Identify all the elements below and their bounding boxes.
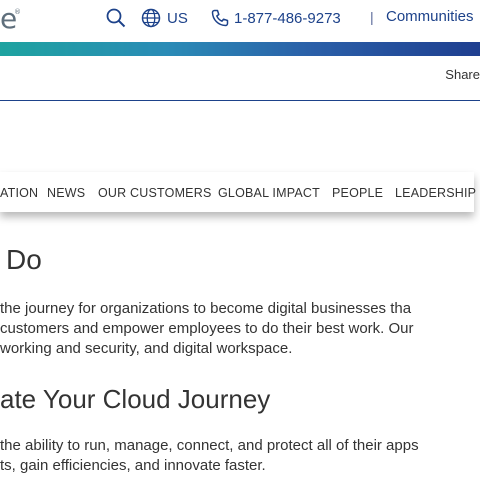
search-button[interactable] xyxy=(106,8,126,28)
subnav-item-ation[interactable]: ATION xyxy=(0,186,38,200)
brand-gradient-bar xyxy=(0,42,480,56)
section-subnav: ATION NEWS OUR CUSTOMERS GLOBAL IMPACT P… xyxy=(0,172,476,212)
section-heading-cloud-journey: ate Your Cloud Journey xyxy=(0,384,271,414)
top-utility-bar: e ® US 1-877-486-9273 | Communities xyxy=(0,0,480,42)
subnav-item-our-customers[interactable]: OUR CUSTOMERS xyxy=(98,186,212,200)
brand-logo[interactable]: e ® xyxy=(0,2,21,35)
intro-paragraph-line: working and security, and digital worksp… xyxy=(0,340,293,357)
subnav-item-people[interactable]: PEOPLE xyxy=(332,186,383,200)
search-icon xyxy=(106,8,126,28)
phone-icon xyxy=(210,8,230,28)
communities-link[interactable]: Communities xyxy=(386,8,474,25)
divider xyxy=(0,100,480,101)
phone-number: 1-877-486-9273 xyxy=(234,9,341,27)
registered-mark: ® xyxy=(14,8,21,16)
share-button[interactable]: Share xyxy=(445,67,480,82)
intro-paragraph-line: the journey for organizations to become … xyxy=(0,300,412,317)
intro-paragraph-line: customers and empower employees to do th… xyxy=(0,320,414,337)
subnav-item-leadership[interactable]: LEADERSHIP xyxy=(395,186,476,200)
region-label: US xyxy=(167,9,188,27)
cloud-paragraph-line: the ability to run, manage, connect, and… xyxy=(0,437,419,454)
logo-text: e xyxy=(0,2,17,35)
section-heading-what-we-do: Do xyxy=(6,244,42,275)
region-selector[interactable]: US xyxy=(141,8,188,28)
cloud-paragraph-line: ts, gain efficiencies, and innovate fast… xyxy=(0,457,266,474)
subnav-item-global-impact[interactable]: GLOBAL IMPACT xyxy=(218,186,320,200)
phone-link[interactable]: 1-877-486-9273 xyxy=(210,8,341,28)
globe-icon xyxy=(141,8,161,28)
utility-separator: | xyxy=(370,9,374,25)
subnav-item-news[interactable]: NEWS xyxy=(47,186,85,200)
